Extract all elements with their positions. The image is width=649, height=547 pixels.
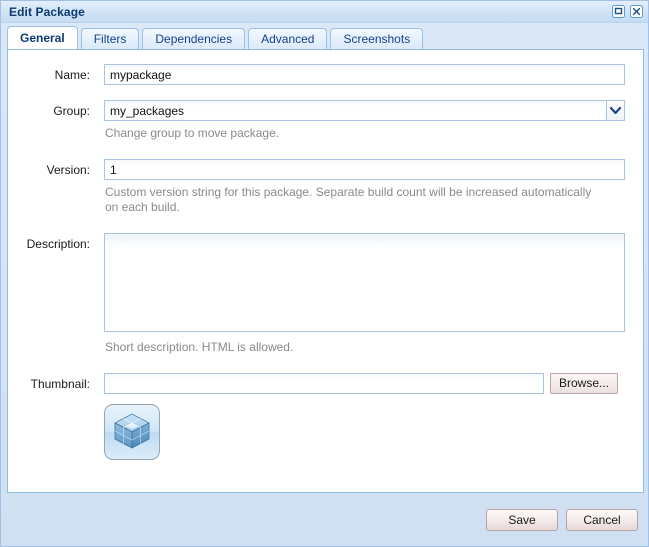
save-button[interactable]: Save [486, 508, 558, 531]
tab-screenshots[interactable]: Screenshots [330, 28, 424, 49]
tab-general[interactable]: General [7, 26, 78, 49]
tab-dependencies[interactable]: Dependencies [142, 28, 246, 49]
tab-bar: General Filters Dependencies Advanced Sc… [1, 23, 648, 49]
package-form: Name: Group: [8, 50, 643, 460]
version-label: Version: [46, 163, 90, 177]
description-row: Description: Short description. HTML is … [8, 233, 643, 355]
chevron-down-icon[interactable] [606, 100, 625, 121]
tab-label: Advanced [261, 32, 315, 46]
version-input[interactable] [104, 159, 625, 180]
thumbnail-input-row: Browse... [104, 373, 625, 394]
description-field-col: Short description. HTML is allowed. [104, 233, 643, 355]
group-row: Group: Change group to move package. [8, 100, 643, 141]
name-input[interactable] [104, 64, 625, 85]
tab-advanced[interactable]: Advanced [248, 28, 328, 49]
edit-package-dialog: Edit Package General Filters Dependencie… [0, 0, 649, 547]
version-row: Version: Custom version string for this … [8, 159, 643, 215]
package-cube-icon [110, 409, 154, 456]
name-field-col [104, 64, 643, 85]
window-titlebar: Edit Package [1, 1, 648, 23]
tab-label: Screenshots [343, 32, 411, 46]
thumbnail-field-col: Browse... [104, 373, 643, 460]
dialog-footer: Save Cancel [1, 493, 648, 546]
maximize-button[interactable] [611, 5, 626, 19]
group-hint: Change group to move package. [105, 126, 280, 140]
group-combobox[interactable] [104, 100, 625, 121]
description-label: Description: [26, 237, 90, 251]
browse-button[interactable]: Browse... [550, 373, 619, 394]
tab-filters[interactable]: Filters [80, 28, 140, 49]
version-field-col: Custom version string for this package. … [104, 159, 643, 215]
close-button[interactable] [629, 5, 644, 19]
group-input[interactable] [104, 100, 606, 121]
group-label: Group: [53, 104, 90, 118]
description-hint: Short description. HTML is allowed. [105, 340, 294, 354]
thumbnail-label: Thumbnail: [30, 377, 90, 391]
general-tab-panel: Name: Group: [7, 49, 644, 493]
window-title: Edit Package [9, 4, 85, 19]
version-hint: Custom version string for this package. … [105, 185, 592, 214]
thumbnail-row: Thumbnail: Browse... [8, 373, 643, 460]
name-label: Name: [54, 68, 90, 82]
tab-label: Filters [93, 32, 127, 46]
thumbnail-input[interactable] [104, 373, 544, 394]
window-controls [611, 5, 644, 19]
group-field-col: Change group to move package. [104, 100, 643, 141]
name-row: Name: [8, 64, 643, 86]
cancel-button[interactable]: Cancel [566, 508, 638, 531]
description-textarea[interactable] [104, 233, 625, 332]
thumbnail-preview[interactable] [104, 404, 160, 460]
tab-label: General [20, 31, 65, 45]
tab-label: Dependencies [155, 32, 233, 46]
